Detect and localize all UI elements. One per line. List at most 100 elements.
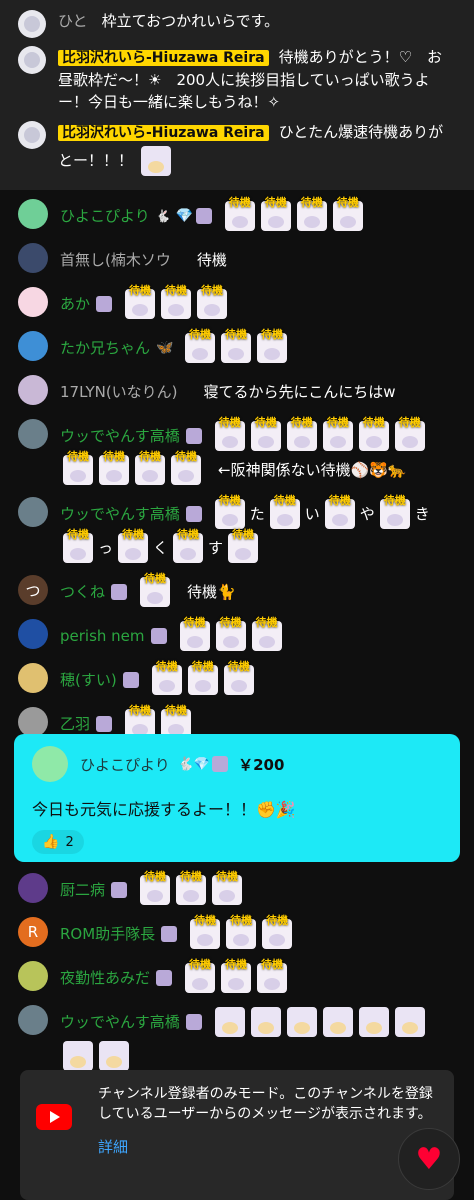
author-name[interactable]: つくね	[60, 575, 105, 609]
emote-label: 待機	[67, 450, 89, 463]
emote-face	[230, 680, 247, 692]
details-link[interactable]: 詳細	[98, 1136, 438, 1157]
avatar[interactable]	[18, 419, 48, 449]
emote-face	[178, 470, 194, 482]
emote-label: 待機	[232, 528, 255, 541]
emote-face	[70, 470, 86, 482]
custom-emote	[250, 1007, 281, 1037]
emote-label: 待機	[183, 616, 206, 629]
author-name[interactable]: ひよこぴより	[60, 199, 150, 233]
custom-emote: 待機	[197, 285, 228, 319]
custom-emote	[394, 1007, 425, 1037]
message-text: 待機🐈	[187, 583, 236, 601]
author-name[interactable]: ひと	[58, 12, 88, 30]
chat-message: ウッでやんす高橋 待機た待機い待機や待機き待機っ待機く待機す待機	[0, 492, 474, 570]
message-text: 寝てるから先にこんにちはw	[203, 383, 396, 401]
avatar[interactable]	[18, 873, 48, 903]
pinned-messages: ひと 枠立ておつかれいらです。 比羽沢れいら-Hiuzawa Reira 待機ありが…	[0, 0, 474, 190]
avatar[interactable]: つ	[18, 575, 48, 605]
member-badge-icon	[96, 296, 113, 312]
chat-message: ひよこぴより 🐇 💎 待機 待機 待機 待機	[0, 194, 474, 238]
emote-label: 待機	[383, 494, 406, 507]
avatar[interactable]	[18, 331, 48, 361]
chat-message: たか兄ちゃん 🦋 待機 待機 待機	[0, 326, 474, 370]
owner-name-badge[interactable]: 比羽沢れいら-Hiuzawa Reira	[58, 50, 269, 66]
emote-face	[168, 304, 185, 316]
emote-face	[192, 978, 209, 990]
avatar[interactable]	[18, 10, 46, 38]
member-badge-icon	[150, 628, 167, 644]
custom-emote: 待機	[228, 529, 259, 563]
emote-label: 待機	[165, 704, 188, 717]
message-text: ←阪神関係ない待機⚾🐯🐆	[218, 461, 407, 479]
emote-label: 待機	[266, 914, 289, 927]
chat-message: 穂(すい) 待機 待機 待機	[0, 658, 474, 702]
emote-label: 待機	[201, 284, 224, 297]
chat-message: 首無し(楠木ソウ 待機	[0, 238, 474, 282]
author-name[interactable]: ウッでやんす高橋	[60, 419, 180, 453]
heart-reaction-button[interactable]: ♥	[398, 1128, 460, 1190]
avatar[interactable]	[18, 121, 46, 149]
avatar[interactable]	[32, 746, 68, 782]
author-name[interactable]: ウッでやんす高橋	[60, 497, 180, 531]
emote-face	[339, 216, 356, 228]
owner-name-badge[interactable]: 比羽沢れいら-Hiuzawa Reira	[58, 125, 269, 141]
emote-label: 待機	[219, 616, 242, 629]
avatar[interactable]	[18, 497, 48, 527]
super-chat-card[interactable]: ひよこぴより 🐇💎 ￥200 今日も元気に応援するよー！！✊🎉 👍 2	[14, 734, 460, 862]
emote-face	[365, 1022, 382, 1034]
chat-message: つつくね 待機待機🐈	[0, 570, 474, 614]
emote-face	[231, 216, 248, 228]
avatar[interactable]	[18, 961, 48, 991]
custom-emote: 待機	[185, 329, 216, 363]
author-name[interactable]: あか	[60, 287, 90, 321]
custom-emote: 待機	[223, 661, 254, 695]
message-body: 17LYN(いなりん) 寝てるから先にこんにちはw	[60, 375, 456, 409]
emote-label: 待機	[144, 572, 167, 585]
like-button[interactable]: 👍 2	[32, 830, 84, 854]
chat-list-after: 厨二病 待機 待機 待機 R ROM助手隊長 待機 待機 待機 夜勤性あみだ 待機 待機 待機 ウッでやん…	[0, 868, 474, 1078]
emote-face	[264, 348, 281, 360]
avatar[interactable]	[18, 375, 48, 405]
author-name[interactable]: perish nem	[60, 619, 145, 653]
author-name[interactable]: 夜勤性あみだ	[60, 961, 150, 995]
custom-emote: 待機	[63, 529, 93, 563]
super-chat-amount: ￥200	[238, 755, 285, 774]
avatar[interactable]	[18, 243, 48, 273]
avatar[interactable]	[18, 619, 48, 649]
emote-face	[106, 1056, 122, 1068]
emote-face	[106, 470, 122, 482]
avatar[interactable]	[18, 707, 48, 737]
custom-emote: 待機	[63, 451, 93, 485]
author-name[interactable]: ウッでやんす高橋	[60, 1005, 180, 1039]
author-name[interactable]: たか兄ちゃん	[60, 331, 150, 365]
avatar[interactable]: R	[18, 917, 48, 947]
avatar[interactable]	[18, 287, 48, 317]
avatar[interactable]	[18, 1005, 48, 1035]
emote-face	[401, 436, 418, 448]
author-name[interactable]: 穂(すい)	[60, 663, 117, 697]
owner-message-row: 比羽沢れいら-Hiuzawa Reira 待機ありがとう！♡ お昼歌枠だ〜！☀ 2…	[0, 42, 474, 117]
emote-label: 待機	[177, 528, 200, 541]
author-name[interactable]: ROM助手隊長	[60, 917, 155, 951]
chat-message: R ROM助手隊長 待機 待機 待機	[0, 912, 474, 956]
custom-emote	[358, 1007, 389, 1037]
message-body: 夜勤性あみだ 待機 待機 待機	[60, 959, 456, 995]
custom-emote: 待機	[135, 451, 165, 485]
avatar[interactable]	[18, 199, 48, 229]
custom-emote: 待機	[179, 617, 210, 651]
author-name[interactable]: 首無し(楠木ソウ	[60, 243, 171, 277]
author-name[interactable]: ひよこぴより	[80, 754, 170, 775]
emote-face	[219, 890, 236, 902]
chat-message: 厨二病 待機 待機 待機	[0, 868, 474, 912]
custom-emote: 待機	[286, 417, 317, 451]
emote-label: 待機	[264, 196, 287, 209]
avatar[interactable]	[18, 663, 48, 693]
message-body: あか 待機 待機 待機	[60, 285, 456, 321]
member-badge-icon	[195, 208, 212, 224]
emote-face	[365, 436, 382, 448]
custom-emote	[140, 146, 171, 176]
author-name[interactable]: 17LYN(いなりん)	[60, 375, 178, 409]
avatar[interactable]	[18, 46, 46, 74]
author-name[interactable]: 厨二病	[60, 873, 105, 907]
